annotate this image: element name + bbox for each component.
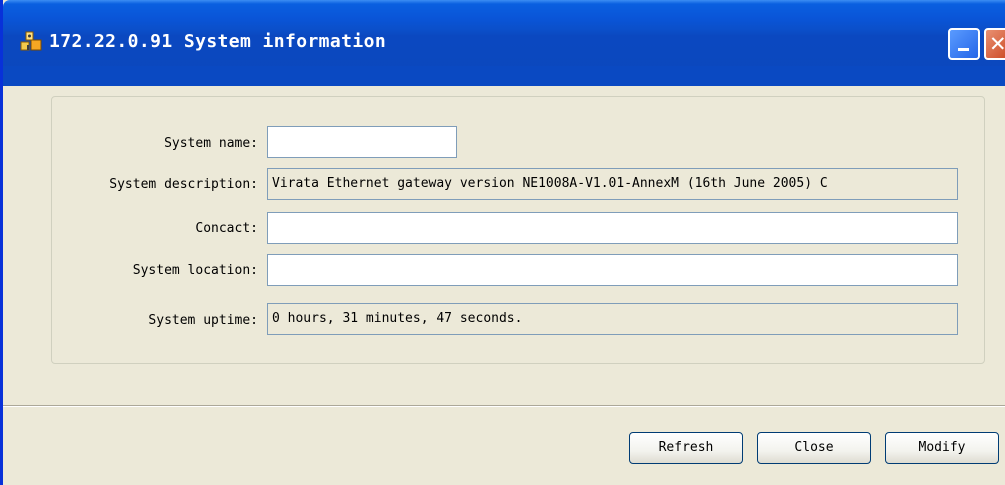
- title-bar[interactable]: 172.22.0.91 System information ✕: [3, 0, 1005, 86]
- system-location-input[interactable]: [267, 254, 958, 286]
- minimize-button[interactable]: [948, 28, 980, 60]
- system-uptime-label: System uptime:: [148, 313, 258, 328]
- close-window-button[interactable]: ✕: [984, 28, 1005, 60]
- modify-button[interactable]: Modify: [885, 432, 999, 464]
- network-monitor-icon: [20, 31, 42, 51]
- close-button[interactable]: Close: [757, 432, 871, 464]
- window-title: 172.22.0.91 System information: [49, 31, 387, 52]
- footer-separator: [3, 405, 1005, 407]
- contact-label: Concact:: [195, 221, 258, 236]
- system-uptime-field[interactable]: 0 hours, 31 minutes, 47 seconds.: [267, 303, 958, 335]
- system-location-label: System location:: [132, 263, 258, 278]
- close-icon: ✕: [989, 32, 1005, 56]
- system-description-label: System description:: [109, 177, 258, 192]
- system-description-field[interactable]: Virata Ethernet gateway version NE1008A-…: [267, 168, 958, 200]
- refresh-button[interactable]: Refresh: [629, 432, 743, 464]
- system-name-input[interactable]: [267, 126, 457, 158]
- system-information-window: 172.22.0.91 System information ✕ System …: [0, 0, 1005, 485]
- contact-input[interactable]: [267, 212, 958, 244]
- title-bar-lower-band: [3, 66, 1005, 86]
- system-name-label: System name:: [164, 136, 258, 151]
